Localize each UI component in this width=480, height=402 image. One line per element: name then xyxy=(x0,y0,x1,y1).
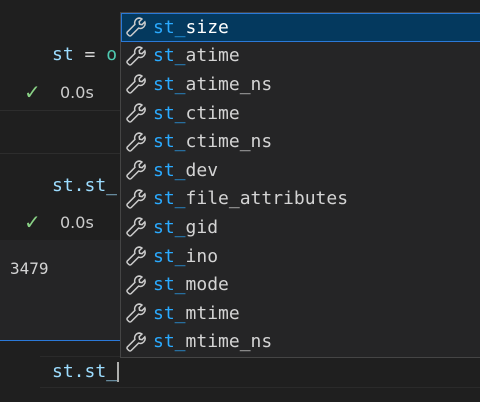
suggestion-label: st_ino xyxy=(153,246,218,267)
suggestion-rest: gid xyxy=(185,216,219,238)
wrench-icon xyxy=(125,331,147,353)
wrench-icon xyxy=(125,159,147,181)
active-cell-focus-line xyxy=(0,340,120,341)
suggestion-match: st_ xyxy=(153,45,186,67)
suggestion-match: st_ xyxy=(153,131,186,153)
suggestion-item[interactable]: st_atime xyxy=(121,42,480,71)
suggestion-item[interactable]: st_dev xyxy=(121,156,480,185)
cell-1-op: = xyxy=(73,44,107,65)
active-cell-editor[interactable]: st.st_ xyxy=(40,356,480,388)
suggestion-label: st_atime xyxy=(153,45,240,66)
cell-1-status: ✓ 0.0s xyxy=(24,80,94,104)
suggestion-item[interactable]: st_mode xyxy=(121,270,480,299)
suggestion-label: st_file_attributes xyxy=(153,188,348,209)
suggestion-rest: ino xyxy=(185,245,219,267)
suggestion-match: st_ xyxy=(153,331,186,353)
suggestion-label: st_mode xyxy=(153,274,229,295)
suggestion-match: st_ xyxy=(153,302,186,324)
suggestion-item[interactable]: st_mtime xyxy=(121,299,480,328)
wrench-icon xyxy=(125,216,147,238)
wrench-icon xyxy=(125,73,147,95)
suggestion-label: st_atime_ns xyxy=(153,74,272,95)
suggestion-item[interactable]: st_file_attributes xyxy=(121,185,480,214)
suggestion-label: st_size xyxy=(153,17,229,38)
cell-divider-2 xyxy=(0,153,120,154)
suggestion-match: st_ xyxy=(153,216,186,238)
wrench-icon xyxy=(125,45,147,67)
cell-2-output: 3479 xyxy=(10,259,49,278)
suggestion-label: st_dev xyxy=(153,160,218,181)
suggestion-label: st_mtime xyxy=(153,303,240,324)
text-cursor xyxy=(117,362,120,382)
cell-2-var: st.st_ xyxy=(52,175,118,196)
wrench-icon xyxy=(125,245,147,267)
suggestion-match: st_ xyxy=(153,245,186,267)
suggestion-item[interactable]: st_ino xyxy=(121,242,480,271)
suggestion-rest: mode xyxy=(185,274,229,296)
cell-gap xyxy=(0,111,120,153)
suggestion-rest: dev xyxy=(185,159,219,181)
suggestion-item[interactable]: st_atime_ns xyxy=(121,70,480,99)
suggestion-match: st_ xyxy=(153,73,186,95)
success-check-icon: ✓ xyxy=(24,210,41,234)
suggestion-match: st_ xyxy=(153,159,186,181)
suggestion-item[interactable]: st_gid xyxy=(121,213,480,242)
suggestion-item[interactable]: st_ctime_ns xyxy=(121,127,480,156)
cell-1-code[interactable]: st = o xyxy=(52,44,117,65)
suggestion-rest: atime_ns xyxy=(185,73,273,95)
wrench-icon xyxy=(125,188,147,210)
suggestion-rest: ctime_ns xyxy=(185,131,273,153)
suggestion-match: st_ xyxy=(153,102,186,124)
suggestion-item[interactable]: st_size xyxy=(121,13,480,42)
cell-2-code[interactable]: st.st_ xyxy=(52,175,117,196)
cell-2-time: 0.0s xyxy=(60,212,94,232)
cell-2-status: ✓ 0.0s xyxy=(24,210,94,234)
active-input-text[interactable]: st.st_ xyxy=(52,361,120,382)
wrench-icon xyxy=(125,131,147,153)
active-input-value: st.st_ xyxy=(52,361,118,382)
suggestion-rest: ctime xyxy=(185,102,240,124)
suggestion-item[interactable]: st_mtime_ns xyxy=(121,328,480,357)
suggestion-match: st_ xyxy=(153,188,186,210)
suggestion-match: st_ xyxy=(153,274,186,296)
success-check-icon: ✓ xyxy=(24,80,41,104)
suggestion-rest: file_attributes xyxy=(185,188,349,210)
cell-1-var: st xyxy=(52,44,74,65)
cell-1-time: 0.0s xyxy=(60,82,94,102)
suggestion-rest: size xyxy=(185,16,229,38)
cell-1-rest: o xyxy=(106,44,118,65)
suggestion-label: st_ctime_ns xyxy=(153,131,272,152)
suggestion-label: st_gid xyxy=(153,217,218,238)
suggestion-rest: mtime xyxy=(185,302,240,324)
suggestion-label: st_ctime xyxy=(153,103,240,124)
wrench-icon xyxy=(125,274,147,296)
suggestion-match: st_ xyxy=(153,16,186,38)
wrench-icon xyxy=(125,16,147,38)
wrench-icon xyxy=(125,102,147,124)
wrench-icon xyxy=(125,302,147,324)
suggestion-rest: mtime_ns xyxy=(185,331,273,353)
suggestion-item[interactable]: st_ctime xyxy=(121,99,480,128)
suggest-widget[interactable]: st_size st_atime st_atime_ns st_ctime st_cti… xyxy=(120,12,480,358)
cell-2-output-area xyxy=(0,240,120,340)
suggestion-label: st_mtime_ns xyxy=(153,331,272,352)
suggestion-rest: atime xyxy=(185,45,240,67)
